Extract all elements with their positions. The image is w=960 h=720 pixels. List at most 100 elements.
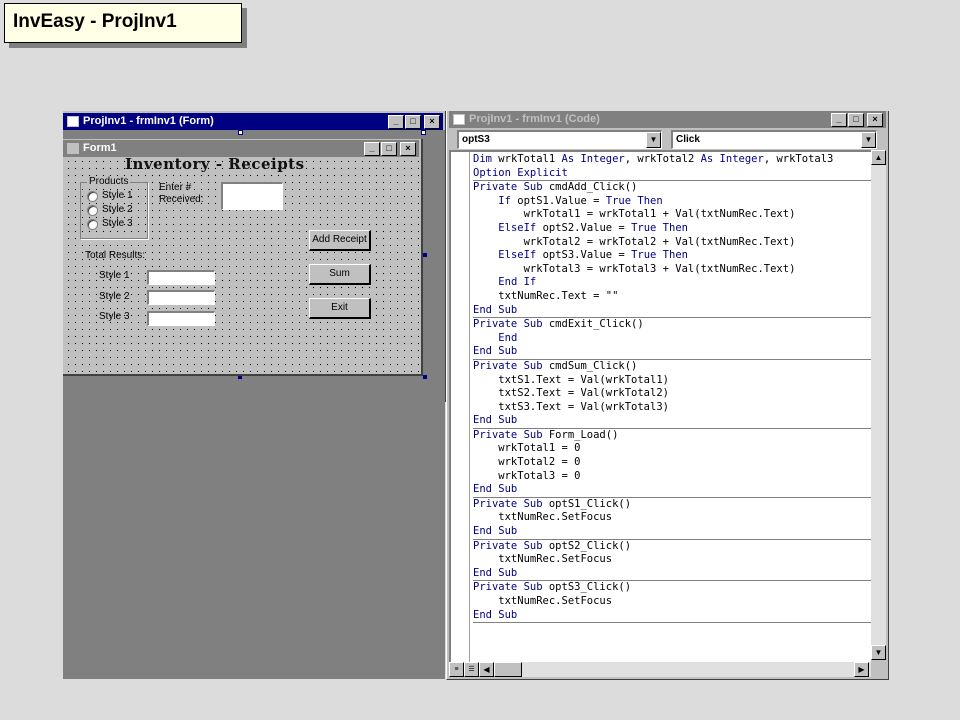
scroll-left-icon[interactable]: ◀ [479,662,494,677]
code-line[interactable]: txtNumRec.SetFocus [473,553,873,567]
code-line[interactable]: wrkTotal1 = wrkTotal1 + Val(txtNumRec.Te… [473,208,873,222]
products-frame-caption: Products [87,176,131,187]
code-line[interactable]: End Sub [473,483,873,497]
code-line[interactable]: ElseIf optS2.Value = True Then [473,222,873,236]
horizontal-scrollbar[interactable]: ≡ ☰ ◀ ▶ [449,662,871,677]
form-designer-window: ProjInv1 - frmInv1 (Form) _ □ × Form1 _ … [63,111,446,402]
code-line[interactable]: End Sub [473,525,873,539]
code-keyword: Option Explicit [473,166,568,179]
code-titlebar[interactable]: ProjInv1 - frmInv1 (Code) _ □ × [449,111,886,128]
code-line[interactable]: Dim wrkTotal1 As Integer, wrkTotal2 As I… [473,153,873,167]
code-editor[interactable]: Dim wrkTotal1 As Integer, wrkTotal2 As I… [449,150,873,662]
code-line[interactable]: ElseIf optS3.Value = True Then [473,249,873,263]
code-token: cmdExit_Click() [548,318,644,331]
restore-icon[interactable]: □ [848,113,864,127]
restore-icon[interactable]: □ [381,142,397,156]
option-style-1[interactable] [87,191,98,202]
option-style-3[interactable] [87,219,98,230]
code-line[interactable]: wrkTotal1 = 0 [473,442,873,456]
designer-canvas: Form1 _ □ × Inventory - Receipts Product… [63,130,445,401]
code-keyword: Private Sub [473,428,549,441]
code-line[interactable]: Option Explicit [473,167,873,181]
resize-handle[interactable] [238,130,243,135]
code-line[interactable]: End Sub [473,345,873,359]
minimize-icon[interactable]: _ [388,115,404,129]
code-line[interactable]: wrkTotal3 = wrkTotal3 + Val(txtNumRec.Te… [473,263,873,277]
code-line[interactable]: Private Sub optS2_Click() [473,540,873,554]
code-line[interactable]: wrkTotal2 = wrkTotal2 + Val(txtNumRec.Te… [473,236,873,250]
code-line[interactable]: txtNumRec.SetFocus [473,595,873,609]
code-token: optS3_Click() [548,581,632,594]
code-line[interactable]: Private Sub cmdExit_Click() [473,318,873,332]
code-line[interactable]: End Sub [473,304,873,318]
close-icon[interactable]: × [400,142,416,156]
scroll-down-icon[interactable]: ▼ [871,645,886,660]
code-keyword: ElseIf [498,249,543,262]
form1-window[interactable]: Form1 _ □ × Inventory - Receipts Product… [63,139,423,376]
resize-handle[interactable] [421,130,426,135]
code-line[interactable]: wrkTotal2 = 0 [473,456,873,470]
code-keyword: As Integer [700,153,764,165]
code-line[interactable]: wrkTotal3 = 0 [473,470,873,484]
close-icon[interactable]: × [867,113,883,127]
exit-button[interactable]: Exit [309,298,371,319]
received-label: Received: [159,194,204,205]
code-text[interactable]: Dim wrkTotal1 As Integer, wrkTotal2 As I… [473,153,873,624]
code-keyword: ElseIf [498,221,543,234]
vertical-scrollbar[interactable]: ▲ ▼ [871,150,886,660]
designer-titlebar[interactable]: ProjInv1 - frmInv1 (Form) _ □ × [63,113,443,130]
received-input[interactable] [221,182,283,210]
code-keyword: End Sub [473,414,518,427]
code-line[interactable]: Private Sub Form_Load() [473,429,873,443]
procedure-dropdown[interactable]: Click ▼ [671,130,877,149]
code-token: wrkTotal2 = wrkTotal2 + Val(txtNumRec.Te… [473,235,796,248]
code-line[interactable]: Private Sub cmdSum_Click() [473,360,873,374]
scroll-up-icon[interactable]: ▲ [871,150,886,165]
code-procedure: Private Sub Form_Load() wrkTotal1 = 0 wr… [473,429,873,498]
code-line[interactable]: txtS1.Text = Val(wrkTotal1) [473,374,873,388]
code-line[interactable]: Private Sub optS1_Click() [473,498,873,512]
code-line[interactable]: End Sub [473,567,873,581]
add-receipt-button[interactable]: Add Receipt [309,230,371,251]
style-3-total-field[interactable] [147,311,215,326]
code-token: cmdSum_Click() [548,359,638,372]
code-keyword: True Then [631,221,688,234]
code-procedure: Private Sub cmdExit_Click() End End Sub [473,318,873,360]
option-style-2[interactable] [87,205,98,216]
code-line[interactable]: End Sub [473,609,873,623]
code-line[interactable]: txtNumRec.SetFocus [473,511,873,525]
close-icon[interactable]: × [424,115,440,129]
code-line[interactable]: End [473,332,873,346]
minimize-icon[interactable]: _ [364,142,380,156]
sum-button[interactable]: Sum [309,264,371,285]
code-procedure: Dim wrkTotal1 As Integer, wrkTotal2 As I… [473,153,873,182]
restore-icon[interactable]: □ [405,115,421,129]
resize-handle[interactable] [423,375,427,379]
code-line[interactable]: Private Sub cmdAdd_Click() [473,181,873,195]
code-line[interactable]: End If [473,276,873,290]
code-keyword: As Integer [561,153,625,165]
code-line[interactable]: txtS2.Text = Val(wrkTotal2) [473,387,873,401]
code-keyword: Private Sub [473,497,549,510]
object-dropdown[interactable]: optS3 ▼ [457,130,662,149]
resize-handle[interactable] [423,253,427,257]
dropdown-arrow-icon[interactable]: ▼ [861,132,876,148]
style-1-total-field[interactable] [147,270,215,285]
code-line[interactable]: txtS3.Text = Val(wrkTotal3) [473,401,873,415]
code-line[interactable]: Private Sub optS3_Click() [473,581,873,595]
option-label: Style 1 [102,190,133,201]
code-line[interactable]: txtNumRec.Text = "" [473,290,873,304]
dropdown-arrow-icon[interactable]: ▼ [646,132,661,148]
code-token: optS1_Click() [548,497,632,510]
style-2-total-field[interactable] [147,290,215,305]
code-line[interactable]: End Sub [473,414,873,428]
full-module-view-icon[interactable]: ☰ [464,662,479,677]
scroll-thumb[interactable] [494,662,522,677]
code-line[interactable]: If optS1.Value = True Then [473,195,873,209]
code-keyword: End Sub [473,483,518,496]
products-frame[interactable]: Products Style 1 Style 2 Style 3 [80,176,148,239]
code-keyword: Dim [473,153,499,165]
minimize-icon[interactable]: _ [831,113,847,127]
scroll-right-icon[interactable]: ▶ [854,662,869,677]
procedure-view-icon[interactable]: ≡ [449,662,464,677]
